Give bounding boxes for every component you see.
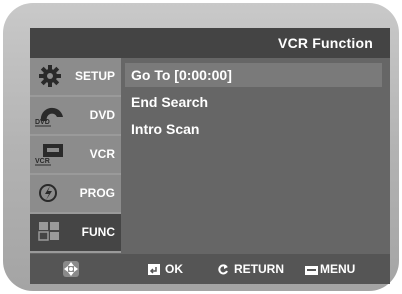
dvd-disc-icon: DVD [35, 107, 63, 127]
sidebar-item-vcr[interactable]: VCR VCR [30, 136, 121, 175]
sidebar-item-dvd[interactable]: DVD DVD [30, 97, 121, 136]
svg-text:DVD: DVD [35, 119, 50, 126]
return-hint: RETURN [218, 262, 284, 276]
func-grid-icon [38, 222, 59, 241]
ok-label: OK [165, 262, 183, 276]
return-icon [218, 264, 228, 275]
sidebar-item-label: FUNC [81, 225, 115, 239]
page-title: VCR Function [278, 35, 373, 51]
function-menu: Go To [0:00:00] End Search Intro Scan [121, 58, 390, 254]
gear-icon [39, 65, 61, 87]
svg-text:VCR: VCR [35, 158, 50, 165]
menu-item-go-to[interactable]: Go To [0:00:00] [125, 63, 382, 87]
menu-item-end-search[interactable]: End Search [125, 90, 382, 114]
menu-item-intro-scan[interactable]: Intro Scan [125, 117, 382, 141]
tv-frame: VCR Function SETUP DVD DVD VCR VCR PROG … [3, 3, 399, 291]
menu-key-icon [305, 266, 318, 275]
sidebar-item-label: SETUP [74, 69, 115, 83]
vcr-cassette-icon: VCR [35, 144, 63, 166]
sidebar-item-func[interactable]: FUNC [30, 214, 121, 253]
menu-hint: MENU [305, 262, 355, 276]
sidebar-item-label: PROG [79, 186, 115, 200]
sidebar-item-prog[interactable]: PROG [30, 175, 121, 214]
sidebar-item-label: VCR [89, 147, 115, 161]
ok-hint: OK [148, 262, 183, 276]
directional-pad-icon [63, 261, 79, 277]
sidebar-item-setup[interactable]: SETUP [30, 58, 121, 97]
sidebar-item-label: DVD [89, 108, 115, 122]
menu-label: MENU [320, 262, 356, 276]
sidebar: SETUP DVD DVD VCR VCR PROG FUNC [30, 58, 121, 254]
osd-screen: VCR Function SETUP DVD DVD VCR VCR PROG … [30, 28, 390, 284]
title-bar: VCR Function [30, 28, 390, 58]
return-label: RETURN [234, 262, 284, 276]
prog-icon [39, 184, 57, 202]
control-hints-bar: OK RETURN MENU [30, 254, 390, 284]
enter-key-icon [148, 264, 160, 275]
